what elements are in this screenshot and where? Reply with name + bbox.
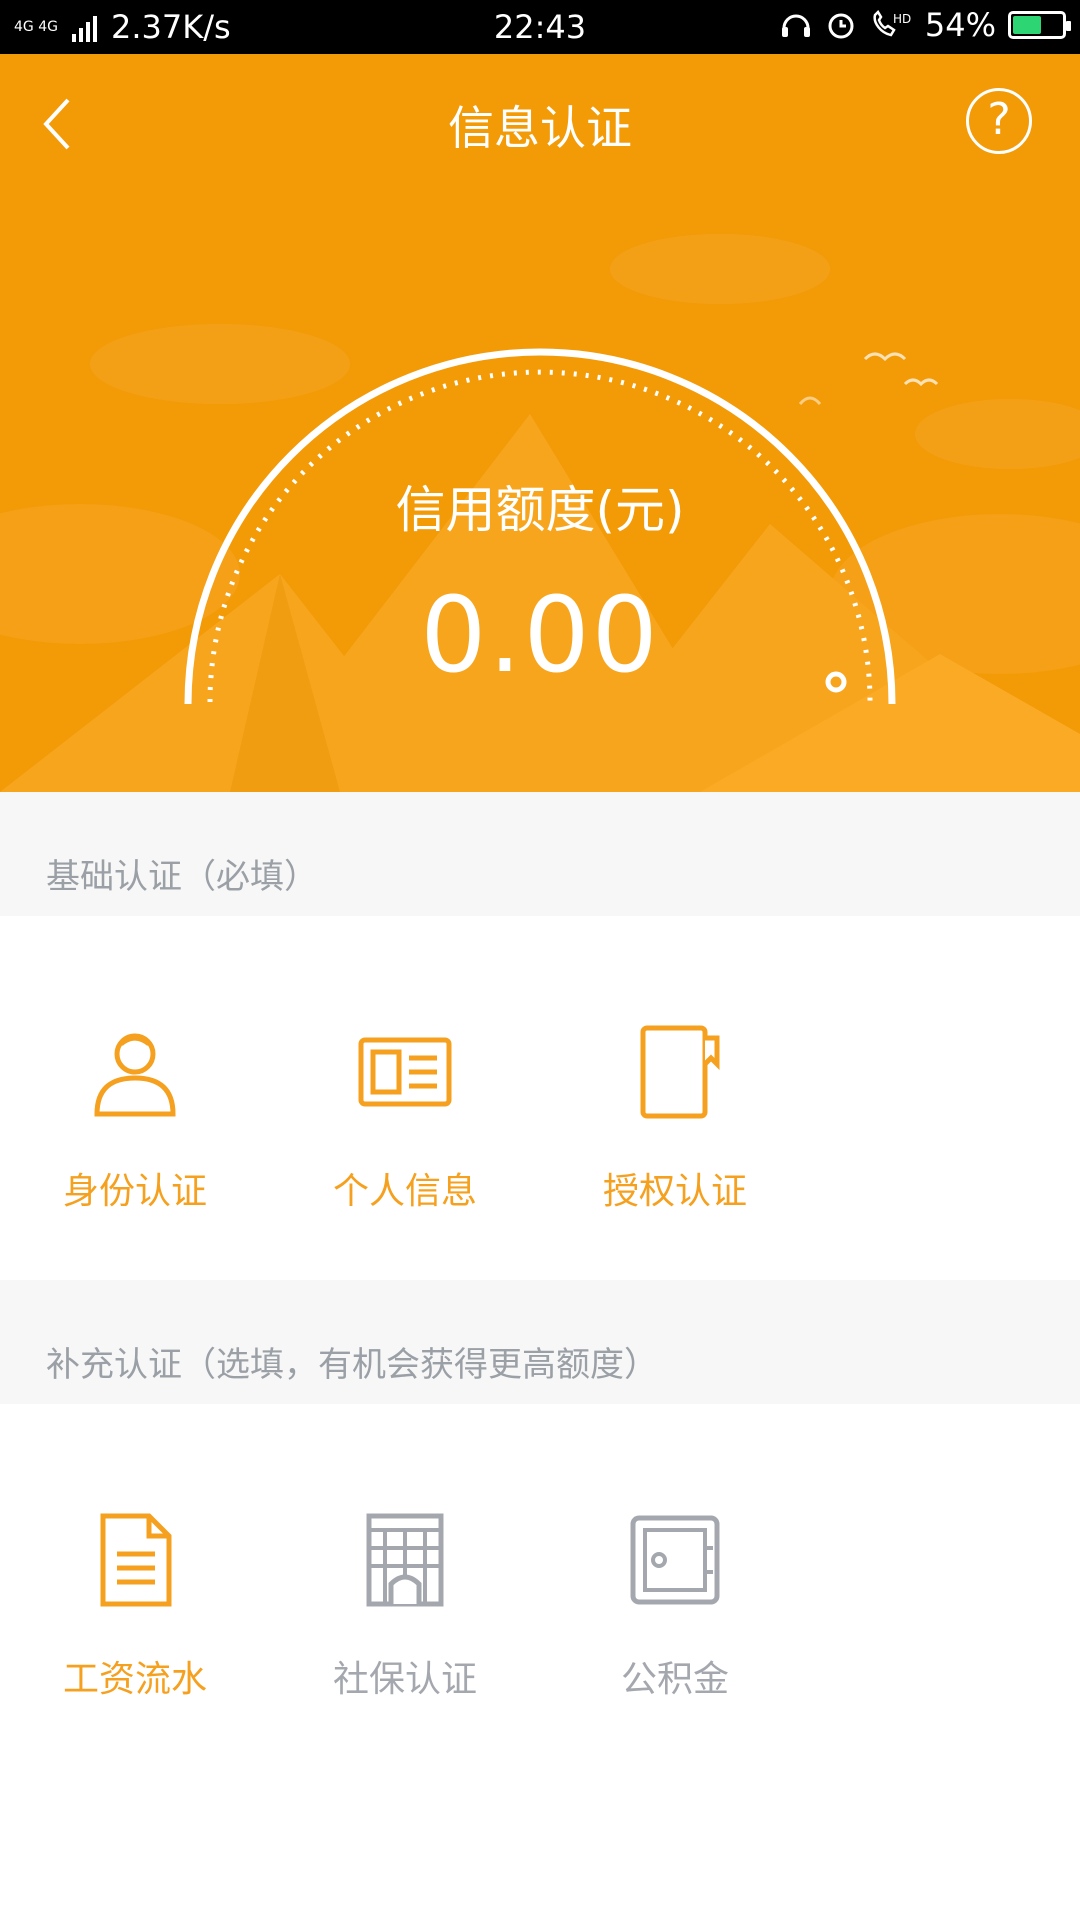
basic-section-header: 基础认证（必填） <box>0 792 1080 916</box>
identity-auth-label: 身份认证 <box>62 1171 207 1212</box>
extra-section-header: 补充认证（选填，有机会获得更高额度） <box>0 1280 1080 1404</box>
user-icon <box>94 1033 176 1117</box>
notebook-icon <box>640 1025 720 1119</box>
basic-section-title: 基础认证（必填） <box>46 857 318 897</box>
id-card-icon <box>358 1037 452 1107</box>
social-security-item[interactable]: 社保认证 <box>270 1510 540 1702</box>
personal-info-label: 个人信息 <box>332 1171 477 1212</box>
authorization-label: 授权认证 <box>602 1171 747 1212</box>
building-icon <box>366 1513 444 1607</box>
status-bar: 4G 4G 2.37K/s 22:43 HD 54% <box>0 0 1080 54</box>
personal-info-item[interactable]: 个人信息 <box>270 1022 540 1214</box>
hd-call-icon: HD <box>873 9 911 37</box>
salary-flow-label: 工资流水 <box>62 1659 207 1700</box>
credit-label: 信用额度(元) <box>395 481 685 539</box>
credit-hero: 信息认证 ? 信用额度(元) 0.00 <box>0 54 1080 792</box>
battery-percent: 54% <box>924 6 996 44</box>
extra-section-title: 补充认证（选填，有机会获得更高额度） <box>46 1345 658 1385</box>
headset-icon <box>781 14 810 37</box>
clock: 22:43 <box>493 8 587 46</box>
salary-flow-item[interactable]: 工资流水 <box>0 1510 270 1702</box>
social-security-label: 社保认证 <box>332 1659 477 1700</box>
extra-section-grid: 工资流水 社保认证 公积金 <box>0 1404 1080 1920</box>
housing-fund-label: 公积金 <box>620 1659 729 1700</box>
authorization-item[interactable]: 授权认证 <box>540 1022 810 1214</box>
svg-text:HD: HD <box>893 12 911 26</box>
credit-value: 0.00 <box>420 574 660 696</box>
battery-icon <box>1008 11 1071 39</box>
housing-fund-item[interactable]: 公积金 <box>540 1510 810 1702</box>
document-icon <box>100 1513 172 1607</box>
alarm-icon <box>828 13 854 39</box>
basic-section-grid: 身份认证 个人信息 授权认证 <box>0 916 1080 1280</box>
identity-auth-item[interactable]: 身份认证 <box>0 1022 270 1214</box>
safe-icon <box>630 1515 720 1605</box>
